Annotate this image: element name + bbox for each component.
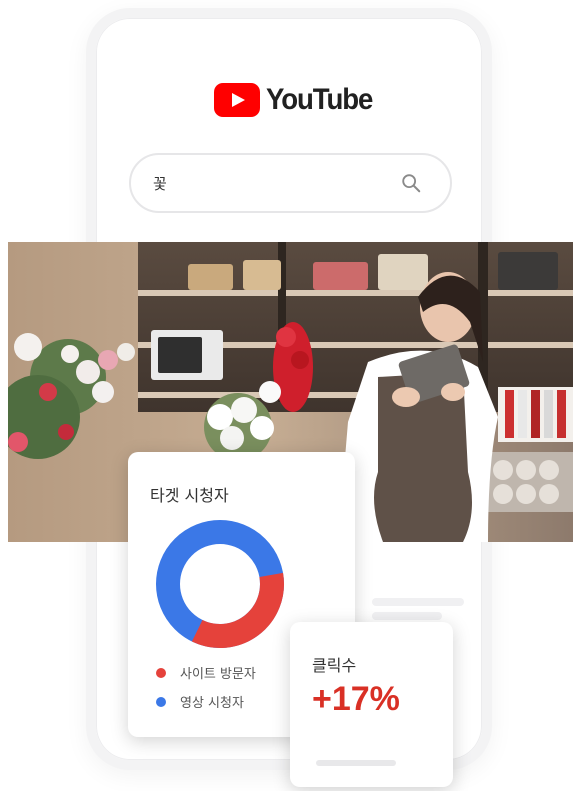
placeholder-line: [372, 612, 442, 620]
red-dot-icon: [156, 667, 166, 678]
card-title: 클릭수: [312, 656, 357, 675]
youtube-logo[interactable]: YouTube: [214, 81, 381, 119]
legend-item-video-viewers: 영상 시청자: [156, 692, 244, 711]
legend-label: 사이트 방문자: [180, 667, 256, 682]
audience-donut-chart: [156, 520, 284, 648]
legend-label: 영상 시청자: [180, 696, 244, 711]
clicks-card: 클릭수 +17%: [290, 622, 453, 787]
search-input[interactable]: 꽃: [129, 153, 452, 213]
search-query: 꽃: [153, 174, 167, 193]
clicks-value: +17%: [312, 680, 400, 718]
legend-item-site-visitors: 사이트 방문자: [156, 663, 256, 682]
brand-name: YouTube: [266, 83, 373, 116]
card-title: 타겟 시청자: [150, 486, 229, 505]
youtube-play-icon: [214, 83, 260, 117]
search-icon[interactable]: [400, 172, 422, 194]
placeholder-line: [372, 598, 464, 606]
placeholder-bar: [316, 760, 396, 766]
blue-dot-icon: [156, 696, 166, 707]
